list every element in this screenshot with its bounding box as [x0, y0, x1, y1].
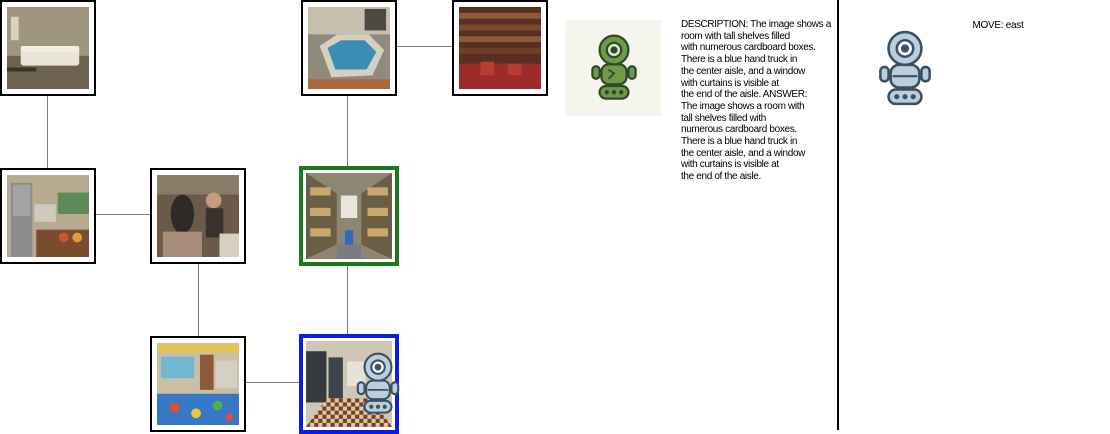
node-living-room[interactable] [0, 0, 96, 96]
panel-divider [837, 0, 839, 430]
edge-storage-locker [347, 264, 348, 335]
green-robot-icon [591, 34, 637, 100]
painting-room-image [157, 175, 239, 257]
edge-kitchen-painting [94, 214, 151, 215]
edge-classroom-locker [245, 382, 301, 383]
edge-painting-classroom [198, 262, 199, 336]
node-library[interactable] [452, 0, 548, 96]
storage-aisle-image [306, 173, 392, 259]
mover-robot-icon [879, 30, 931, 106]
edge-pool-storage [347, 94, 348, 167]
node-kitchen[interactable] [0, 168, 96, 264]
move-label: MOVE: east [972, 20, 1024, 31]
description-text: DESCRIPTION: The image shows a room with… [681, 19, 831, 183]
edge-living-kitchen [47, 94, 48, 169]
indoor-pool-image [308, 7, 390, 89]
library-image [459, 7, 541, 89]
living-room-image [7, 7, 89, 89]
node-classroom[interactable] [150, 336, 246, 432]
classroom-image [157, 343, 239, 425]
node-indoor-pool[interactable] [301, 0, 397, 96]
edge-pool-library [396, 46, 452, 47]
blue-robot-icon [356, 352, 400, 414]
kitchen-image [7, 175, 89, 257]
node-storage-aisle[interactable] [299, 166, 399, 266]
describer-robot-card [565, 20, 661, 116]
node-painting-room[interactable] [150, 168, 246, 264]
